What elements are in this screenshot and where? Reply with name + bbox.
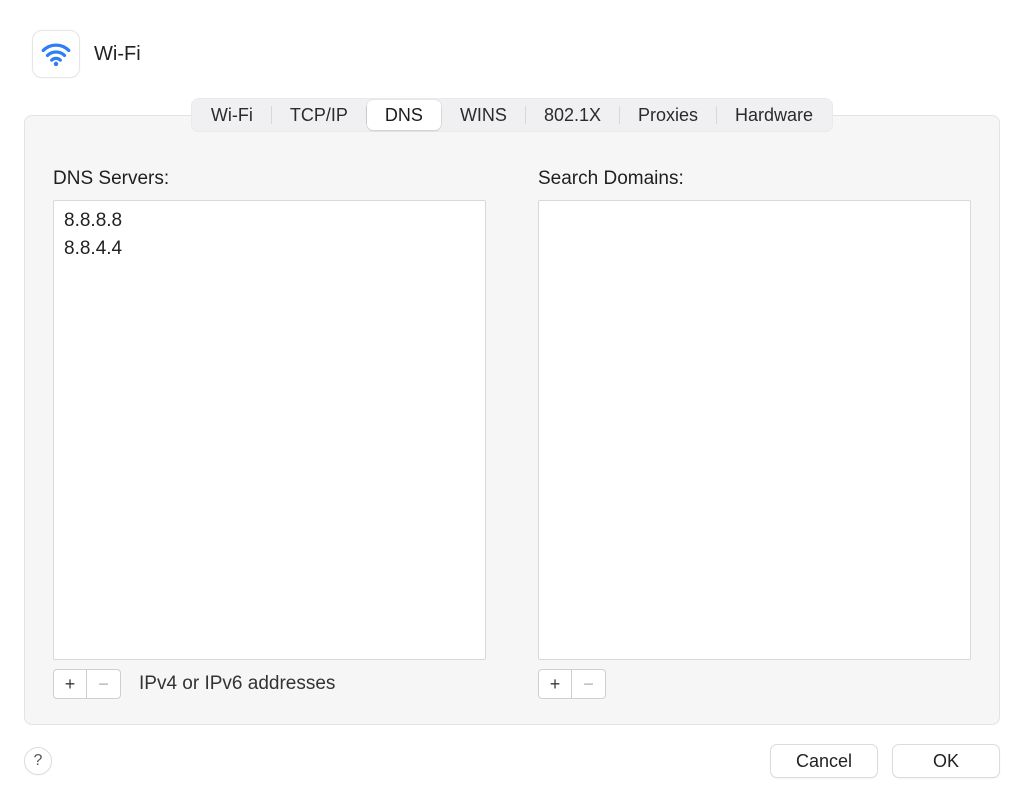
search-domains-column: Search Domains: + − <box>538 168 971 700</box>
dns-server-item[interactable]: 8.8.8.8 <box>64 207 475 235</box>
search-domains-listbox[interactable] <box>538 200 971 660</box>
dns-servers-addremove: + − <box>53 669 121 699</box>
dns-servers-listbox[interactable]: 8.8.8.8 8.8.4.4 <box>53 200 486 660</box>
footer: ? Cancel OK <box>24 744 1000 778</box>
page-title: Wi-Fi <box>94 43 141 66</box>
dns-servers-column: DNS Servers: 8.8.8.8 8.8.4.4 + − IPv4 or… <box>53 168 486 700</box>
tabbar: Wi-Fi TCP/IP DNS WINS 802.1X Proxies Har… <box>191 98 833 132</box>
search-domains-label: Search Domains: <box>538 168 971 190</box>
wifi-icon <box>32 30 80 78</box>
tab-8021x[interactable]: 802.1X <box>526 100 619 130</box>
tab-dns[interactable]: DNS <box>367 100 441 130</box>
dns-servers-label: DNS Servers: <box>53 168 486 190</box>
tab-hardware[interactable]: Hardware <box>717 100 831 130</box>
tabbar-wrap: Wi-Fi TCP/IP DNS WINS 802.1X Proxies Har… <box>24 98 1000 725</box>
dns-server-item[interactable]: 8.8.4.4 <box>64 235 475 263</box>
tab-wifi[interactable]: Wi-Fi <box>193 100 271 130</box>
search-domains-addremove: + − <box>538 669 606 699</box>
dns-hint-text: IPv4 or IPv6 addresses <box>139 673 335 695</box>
remove-search-domain-button[interactable]: − <box>572 669 606 699</box>
remove-dns-server-button[interactable]: − <box>87 669 121 699</box>
tab-wins[interactable]: WINS <box>442 100 525 130</box>
columns: DNS Servers: 8.8.8.8 8.8.4.4 + − IPv4 or… <box>53 168 971 700</box>
add-dns-server-button[interactable]: + <box>53 669 87 699</box>
tab-proxies[interactable]: Proxies <box>620 100 716 130</box>
header: Wi-Fi <box>24 20 1000 96</box>
search-domains-controls: + − <box>538 668 971 700</box>
cancel-button[interactable]: Cancel <box>770 744 878 778</box>
network-advanced-window: Wi-Fi Wi-Fi TCP/IP DNS WINS 802.1X Proxi… <box>0 0 1024 796</box>
help-button[interactable]: ? <box>24 747 52 775</box>
ok-button[interactable]: OK <box>892 744 1000 778</box>
dns-panel: DNS Servers: 8.8.8.8 8.8.4.4 + − IPv4 or… <box>24 115 1000 725</box>
dns-servers-controls: + − IPv4 or IPv6 addresses <box>53 668 486 700</box>
tab-tcpip[interactable]: TCP/IP <box>272 100 366 130</box>
add-search-domain-button[interactable]: + <box>538 669 572 699</box>
